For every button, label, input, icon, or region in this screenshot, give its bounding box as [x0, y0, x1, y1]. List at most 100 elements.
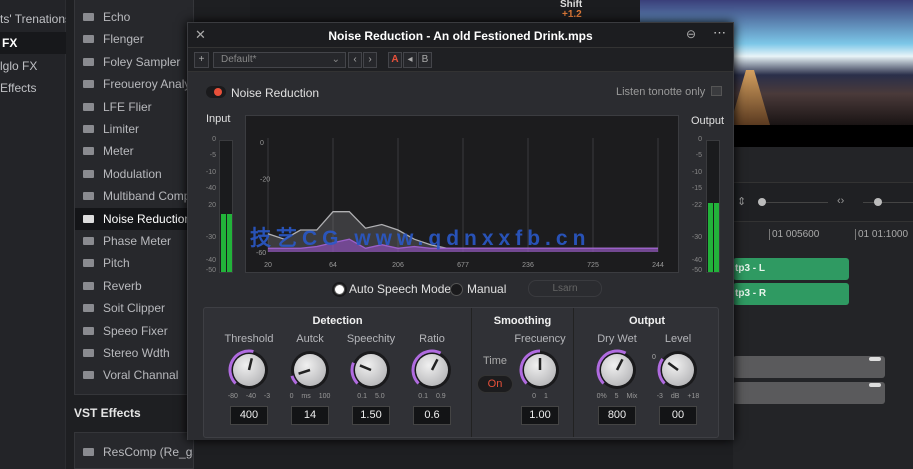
- add-preset-icon[interactable]: +: [194, 52, 209, 68]
- meter-tick: 0: [698, 136, 702, 143]
- minimize-icon[interactable]: ⊖: [686, 27, 696, 41]
- knob-value[interactable]: 1.00: [521, 406, 559, 425]
- effect-icon: [83, 304, 94, 313]
- mixer-strip: Shift +1.2: [250, 0, 640, 22]
- meter-tick: -10: [205, 168, 216, 176]
- effect-item[interactable]: Pitch: [75, 252, 195, 274]
- audio-clip-left[interactable]: tp3 - L: [733, 258, 849, 280]
- clip-handle[interactable]: [869, 383, 881, 387]
- time-toggle[interactable]: On: [477, 375, 513, 393]
- effect-label: Phase Meter: [103, 234, 172, 248]
- effect-item[interactable]: Reverb: [75, 275, 195, 297]
- zoom-slider[interactable]: [758, 202, 828, 203]
- meter-tick: -40: [205, 185, 216, 193]
- effect-item[interactable]: Limiter: [75, 118, 195, 140]
- clip-handle[interactable]: [869, 357, 881, 361]
- timeline-clip[interactable]: [733, 382, 885, 404]
- effect-item[interactable]: Phase Meter: [75, 230, 195, 252]
- chevron-down-icon: ⌄: [331, 54, 340, 65]
- smoothing-section: Smoothing Time On Frecuency 0 1 1.00: [472, 308, 574, 437]
- effect-item[interactable]: Multiband Compre: [75, 185, 195, 207]
- effect-icon: [83, 371, 94, 380]
- effect-item[interactable]: LFE Flier: [75, 96, 195, 118]
- effect-label: Echo: [103, 10, 131, 24]
- knob-dial[interactable]: [350, 354, 387, 386]
- width-slider[interactable]: [863, 202, 913, 203]
- knob-dial[interactable]: [519, 349, 556, 386]
- vst-list: ResComp (Re_gs E....: [74, 432, 194, 469]
- effect-item[interactable]: Freoueroy Analyce: [75, 73, 195, 95]
- effect-icon: [83, 35, 94, 44]
- effect-item[interactable]: Speeo Fixer: [75, 320, 195, 342]
- category-fx[interactable]: FX: [0, 32, 66, 54]
- knob-value[interactable]: 0.6: [413, 406, 451, 425]
- section-title: Output: [628, 315, 666, 327]
- knob-dial[interactable]: [411, 349, 448, 386]
- knob-value[interactable]: 800: [598, 406, 636, 425]
- knob-value[interactable]: 1.50: [352, 406, 390, 425]
- effect-item[interactable]: Soit Clipper: [75, 297, 195, 319]
- knob-label: Level: [664, 333, 692, 345]
- audio-clip-right[interactable]: tp3 - R: [733, 283, 849, 305]
- more-icon[interactable]: ⋯: [713, 25, 726, 41]
- compare-b-button[interactable]: B: [418, 52, 432, 68]
- preset-value: Default*: [221, 54, 257, 65]
- effect-item[interactable]: Stereo Wdth: [75, 342, 195, 364]
- meter-tick: 20: [208, 202, 216, 210]
- vst-item-label: ResComp (Re_gs E....: [103, 445, 193, 459]
- enable-toggle[interactable]: [206, 86, 226, 98]
- output-section: Output Dry Wet 0% 5 Mix 800 Level -3 dB +18 00…: [574, 308, 720, 437]
- time-label: Time: [483, 355, 508, 367]
- knob-value[interactable]: 400: [230, 406, 268, 425]
- effect-item[interactable]: Modulation: [75, 163, 195, 185]
- meter-tick: -5: [695, 151, 702, 159]
- knob-dial[interactable]: [596, 349, 633, 386]
- preset-toolbar: + Default* ⌄ ‹ › A ◂ B: [188, 48, 733, 72]
- input-meter: [219, 140, 233, 273]
- copy-button[interactable]: ◂: [403, 52, 417, 68]
- width-handle[interactable]: [874, 198, 882, 206]
- effect-icon: [83, 281, 94, 290]
- prev-preset-icon[interactable]: ‹: [348, 52, 362, 68]
- meter-tick: -5: [209, 151, 216, 159]
- vst-item[interactable]: ResComp (Re_gs E....: [75, 441, 193, 463]
- auto-speech-radio[interactable]: [334, 284, 345, 295]
- category-transitions[interactable]: ts' Trenations: [0, 8, 66, 30]
- zoom-handle[interactable]: [758, 198, 766, 206]
- category-effects[interactable]: Effects: [0, 77, 66, 99]
- width-icon[interactable]: ‹›: [837, 195, 844, 207]
- next-preset-icon[interactable]: ›: [363, 52, 377, 68]
- category-plugin-fx[interactable]: lglo FX: [0, 55, 66, 77]
- knob-dial[interactable]: [290, 354, 326, 386]
- effect-item[interactable]: Foley Sampler: [75, 51, 195, 73]
- shift-value: +1.2: [562, 9, 582, 20]
- meter-tick: -40: [205, 256, 216, 264]
- knob-value[interactable]: 14: [291, 406, 329, 425]
- effect-item[interactable]: Voral Channal: [75, 364, 195, 386]
- effect-icon: [83, 192, 94, 201]
- knob-dial[interactable]: [228, 349, 265, 386]
- x-tick-label: 725: [587, 262, 599, 269]
- effect-item[interactable]: Flenger: [75, 28, 195, 50]
- learn-button[interactable]: Lsarn: [528, 280, 602, 297]
- effect-item[interactable]: Meter: [75, 140, 195, 162]
- x-tick-label: 236: [522, 262, 534, 269]
- effect-item[interactable]: Echo: [75, 6, 195, 28]
- knob-scale: 0% 5 Mix: [596, 393, 638, 400]
- effect-label: Voral Channal: [103, 368, 179, 383]
- x-tick-label: 64: [329, 262, 337, 269]
- effect-icon: [83, 57, 94, 66]
- listen-checkbox[interactable]: [711, 86, 722, 96]
- timeline-clip[interactable]: [733, 356, 885, 378]
- effect-icon: [83, 237, 94, 245]
- controls-panel: Detection Threshold -80 -40 -3 400 Autck 0 ms…: [203, 307, 719, 438]
- manual-radio[interactable]: [450, 283, 463, 296]
- knob-value[interactable]: 00: [659, 406, 697, 425]
- compare-a-button[interactable]: A: [388, 52, 402, 68]
- knob-dial[interactable]: [657, 354, 694, 386]
- preset-dropdown[interactable]: Default* ⌄: [213, 52, 346, 68]
- height-icon[interactable]: ⇕: [737, 195, 746, 208]
- y-tick-label: 0: [260, 140, 264, 147]
- effect-item[interactable]: Noise Reduction: [75, 207, 195, 230]
- meter-tick: -50: [205, 267, 216, 275]
